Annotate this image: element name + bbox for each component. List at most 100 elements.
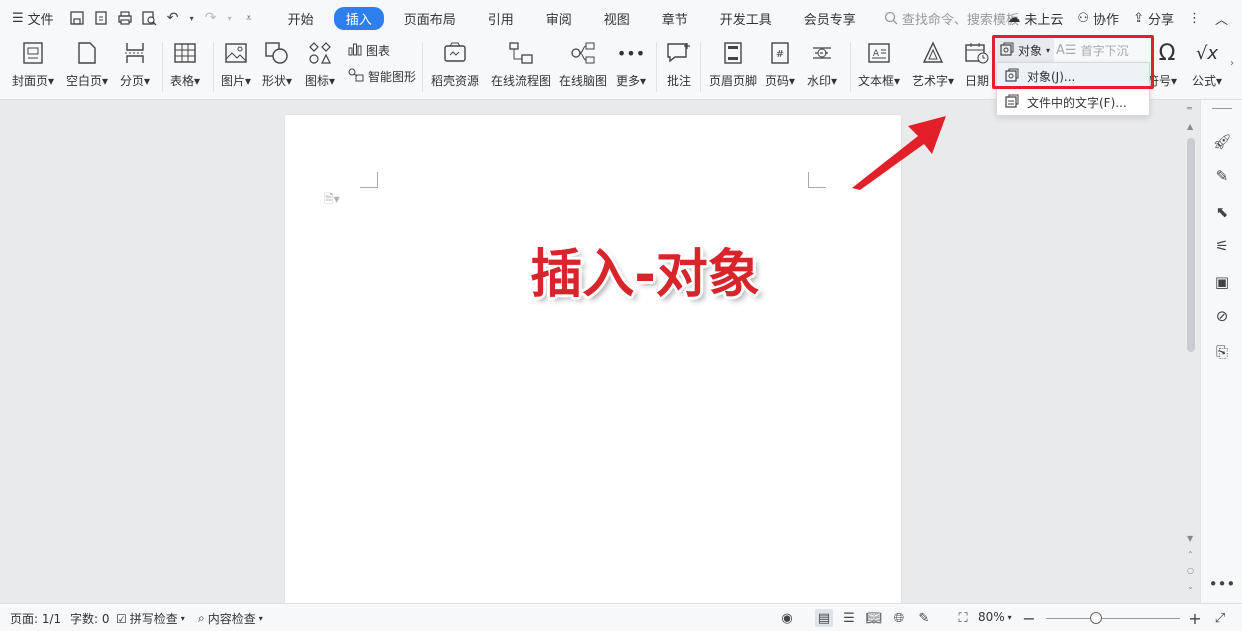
paste-options-icon[interactable]: 🗎▾ — [324, 190, 340, 211]
tab-8[interactable]: 会员专享 — [792, 7, 868, 30]
tab-1[interactable]: 插入 — [333, 6, 384, 30]
blank-page-button[interactable]: 空白页▾ — [66, 40, 108, 89]
page-break-button[interactable]: 分页▾ — [120, 40, 150, 89]
svg-text:#: # — [776, 49, 784, 60]
file-menu[interactable]: ☰ 文件 — [12, 9, 54, 28]
rocket-icon[interactable]: 🚀︎ — [1212, 132, 1232, 152]
online-mindmap-button[interactable]: 在线脑图 — [559, 40, 607, 89]
image-tool-icon[interactable]: ▣ — [1212, 272, 1232, 292]
collapse-ribbon-icon[interactable]: ︿ — [1215, 9, 1228, 28]
tab-0[interactable]: 开始 — [276, 7, 326, 30]
smartart-button[interactable]: 智能图形 — [348, 68, 416, 85]
zoom-in-icon[interactable]: + — [1186, 609, 1204, 628]
blank-page-icon — [74, 40, 100, 66]
wordart-button[interactable]: 艺术字▾ — [912, 40, 954, 89]
headerfooter-label: 页眉页脚 — [709, 74, 758, 88]
cloud-status[interactable]: ☁ 未上云 — [1007, 9, 1063, 28]
cursor-icon[interactable]: ⬉ — [1212, 202, 1232, 222]
zoom-out-icon[interactable]: − — [1020, 609, 1038, 628]
fullscreen-icon[interactable]: ⤢ — [1211, 609, 1229, 627]
header-footer-button[interactable]: 页眉页脚 — [709, 40, 757, 89]
prev-page-icon[interactable]: ⌃ — [1187, 550, 1194, 559]
scroll-split-icon[interactable]: ═ — [1187, 104, 1192, 113]
tab-7[interactable]: 开发工具 — [708, 7, 784, 30]
select-browse-icon[interactable]: ○ — [1187, 566, 1194, 575]
chart-button[interactable]: 图表 — [348, 42, 390, 59]
date-button[interactable]: 日期 — [964, 40, 990, 89]
share-button[interactable]: ⇪ 分享 — [1133, 9, 1174, 28]
redo-dropdown-icon[interactable]: ▾ — [226, 9, 234, 27]
adjust-icon[interactable]: ⚟ — [1212, 236, 1232, 256]
cover-page-button[interactable]: 封面页▾ — [12, 40, 54, 89]
textbox-button[interactable]: A 文本框▾ — [858, 40, 900, 89]
divider — [700, 42, 701, 92]
watermark-button[interactable]: 水印▾ — [807, 40, 837, 89]
icon-button[interactable]: 图标▾ — [305, 40, 335, 89]
menu-item-text-from-file[interactable]: 文件中的文字(F)... — [997, 89, 1149, 115]
table-button[interactable]: 表格▾ — [170, 40, 200, 89]
more-options-icon[interactable]: ⋮ — [1188, 11, 1201, 26]
next-page-icon[interactable]: ⌄ — [1187, 582, 1194, 591]
date-label: 日期 — [964, 74, 989, 88]
tab-2[interactable]: 页面布局 — [392, 7, 468, 30]
word-count[interactable]: 字数: 0 — [70, 610, 110, 627]
tab-3[interactable]: 引用 — [476, 7, 526, 30]
docer-resources-button[interactable]: 稻壳资源 — [431, 40, 479, 89]
pen-icon[interactable]: ✎ — [1212, 166, 1232, 186]
page-number-button[interactable]: # 页码▾ — [765, 40, 795, 89]
wordart-icon — [920, 40, 946, 66]
chevron-down-icon: ▾ — [180, 614, 185, 623]
write-view-icon[interactable]: ✎ — [915, 609, 933, 627]
undo-dropdown-icon[interactable]: ▾ — [188, 9, 196, 27]
outline-view-icon[interactable]: ☰ — [840, 609, 858, 627]
read-view-icon[interactable]: 📖︎ — [865, 609, 883, 627]
page-count[interactable]: 页面: 1/1 — [10, 610, 61, 627]
spell-check-button[interactable]: ☑ 拼写检查 ▾ — [116, 610, 185, 627]
save-icon[interactable] — [68, 9, 86, 27]
shape-icon — [264, 40, 290, 66]
document-page[interactable] — [285, 115, 901, 605]
tab-5[interactable]: 视图 — [592, 7, 642, 30]
web-view-icon[interactable]: 🌐︎ — [890, 609, 908, 627]
tab-4[interactable]: 审阅 — [534, 7, 584, 30]
quick-access: ↶ ▾ ↷ ▾ ⩡ — [68, 9, 258, 27]
more-label: 更多 — [616, 74, 641, 88]
print-icon[interactable] — [116, 9, 134, 27]
picture-button[interactable]: 图片▾ — [221, 40, 251, 89]
divider — [850, 42, 851, 92]
more-dots-icon: ••• — [616, 43, 646, 63]
search-box[interactable]: 查找命令、搜索模板 — [884, 9, 1019, 28]
symbol-button[interactable]: Ω 符号▾ — [1150, 40, 1184, 89]
print-preview-icon[interactable] — [140, 9, 158, 27]
omega-icon: Ω — [1158, 40, 1176, 66]
undo-icon[interactable]: ↶ — [164, 9, 182, 27]
redo-icon[interactable]: ↷ — [202, 9, 220, 27]
zoom-slider[interactable] — [1046, 612, 1180, 624]
comment-button[interactable]: 批注 — [666, 40, 692, 89]
scroll-up-icon[interactable]: ▲ — [1187, 122, 1193, 131]
more-button[interactable]: ••• 更多▾ — [616, 40, 646, 89]
zoom-level[interactable]: 80% ▾ — [978, 610, 1012, 624]
collaborate-button[interactable]: ⚇ 协作 — [1077, 9, 1119, 28]
more-dots-icon[interactable]: ••• — [1209, 574, 1236, 594]
formula-button[interactable]: √x 公式▾ — [1192, 40, 1222, 89]
blank-label: 空白页 — [66, 74, 103, 88]
shape-button[interactable]: 形状▾ — [262, 40, 292, 89]
zoom-slider-knob[interactable] — [1090, 612, 1102, 624]
tab-6[interactable]: 章节 — [650, 7, 700, 30]
scrollbar-thumb[interactable] — [1187, 138, 1195, 352]
export-pdf-icon[interactable] — [92, 9, 110, 27]
vertical-scrollbar[interactable]: ═ ▲ ▼ ⌃ ○ ⌄ — [1184, 102, 1198, 602]
online-flowchart-button[interactable]: 在线流程图 — [491, 40, 551, 89]
book-icon[interactable]: ⎘ — [1212, 342, 1232, 362]
scroll-down-icon[interactable]: ▼ — [1187, 534, 1193, 543]
sidebar-handle[interactable] — [1212, 108, 1232, 112]
fit-page-icon[interactable]: ⛶ — [954, 609, 972, 627]
ribbon-scroll-right-icon[interactable]: › — [1230, 58, 1234, 69]
customize-quick-access-icon[interactable]: ⩡ — [240, 9, 258, 27]
pagebreak-label: 分页 — [120, 74, 145, 88]
content-check-button[interactable]: ⌕ 内容检查 ▾ — [198, 610, 263, 627]
compass-icon[interactable]: ⊘ — [1212, 306, 1232, 326]
eye-protection-icon[interactable]: ◉ — [778, 609, 796, 627]
page-view-icon[interactable]: ▤ — [815, 609, 833, 627]
